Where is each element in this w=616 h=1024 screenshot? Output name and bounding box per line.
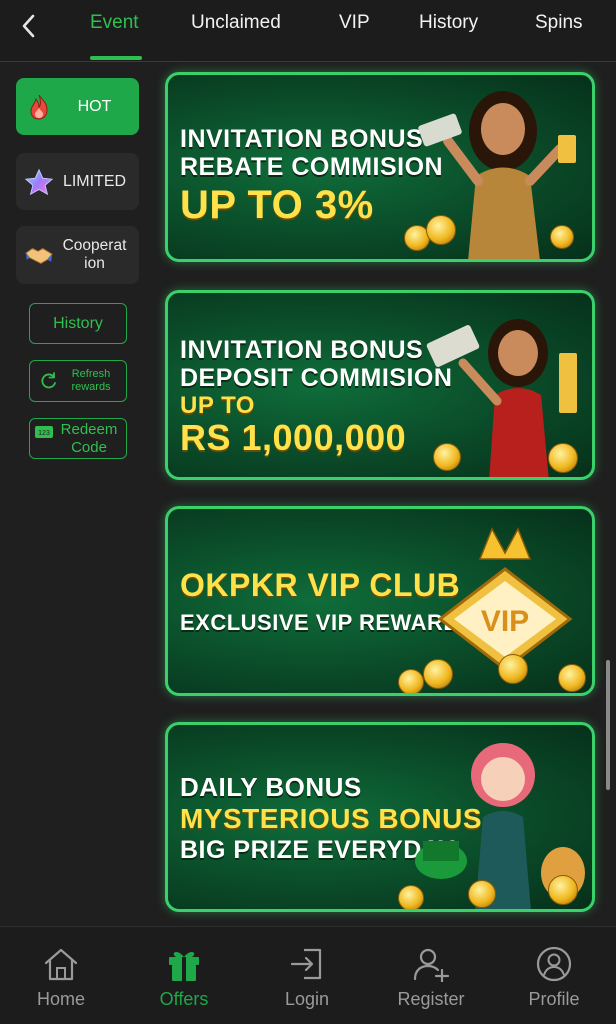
redeem-code-button[interactable]: 123 Redeem Code xyxy=(29,418,127,459)
category-cooperation[interactable]: Cooperat ion xyxy=(16,226,139,284)
coin-icon xyxy=(468,880,496,908)
coin-icon xyxy=(398,885,424,909)
nav-login[interactable]: Login xyxy=(262,945,352,1010)
star-icon xyxy=(24,167,54,197)
banner-line: REBATE COMMISION xyxy=(180,153,444,181)
banner-line: DEPOSIT COMMISION xyxy=(180,364,453,392)
tab-unclaimed[interactable]: Unclaimed xyxy=(191,12,281,34)
category-hot[interactable]: HOT xyxy=(16,78,139,135)
category-label: LIMITED xyxy=(62,172,127,190)
sidebar: HOT LIMITED Cooperat ion History Refresh… xyxy=(0,62,156,924)
add-user-icon xyxy=(413,948,450,982)
nav-offers[interactable]: Offers xyxy=(139,945,229,1010)
coin-icon xyxy=(423,659,453,689)
coin-icon xyxy=(548,443,578,473)
category-limited[interactable]: LIMITED xyxy=(16,153,139,210)
refresh-rewards-button[interactable]: Refresh rewards xyxy=(29,360,127,402)
banner-line: INVITATION BONUS xyxy=(180,125,424,153)
banner-line: UP TO xyxy=(180,392,255,419)
history-label: History xyxy=(53,314,103,332)
tab-history[interactable]: History xyxy=(419,12,478,34)
history-button[interactable]: History xyxy=(29,303,127,344)
nav-label: Home xyxy=(36,989,85,1009)
coin-icon xyxy=(498,654,528,684)
nav-label: Login xyxy=(284,989,330,1009)
tab-bar: Event Unclaimed VIP History Spins xyxy=(72,0,616,62)
banner-daily-bonus[interactable]: DAILY BONUS MYSTERIOUS BONUS BIG PRIZE E… xyxy=(165,722,595,912)
banner-line: INVITATION BONUS xyxy=(180,336,424,364)
banner-invitation-deposit[interactable]: INVITATION BONUS DEPOSIT COMMISION UP TO… xyxy=(165,290,595,480)
banner-line: UP TO 3% xyxy=(180,183,374,227)
banner-line: RS 1,000,000 xyxy=(180,417,407,458)
coin-icon xyxy=(548,875,578,905)
nav-label: Register xyxy=(397,989,465,1009)
tab-event[interactable]: Event xyxy=(90,12,139,34)
nav-label: Profile xyxy=(528,989,580,1009)
coin-icon xyxy=(426,215,456,245)
category-label: HOT xyxy=(77,97,112,115)
vip-badge-text: VIP xyxy=(481,605,529,638)
profile-icon xyxy=(536,946,572,982)
handshake-icon xyxy=(24,240,54,270)
nav-profile[interactable]: Profile xyxy=(509,945,599,1010)
banner-line: EXCLUSIVE VIP REWARD xyxy=(180,610,460,635)
bottom-nav: Home Offers Login Register Profile xyxy=(0,926,616,1024)
banner-invitation-rebate[interactable]: INVITATION BONUS REBATE COMMISION UP TO … xyxy=(165,72,595,262)
category-label: Cooperat ion xyxy=(62,237,127,272)
banner-line: DAILY BONUS xyxy=(180,772,362,802)
refresh-label: Refresh rewards xyxy=(71,368,111,393)
coin-icon xyxy=(433,443,461,471)
redeem-label: Redeem Code xyxy=(60,420,118,456)
login-icon xyxy=(290,948,322,980)
gift-icon xyxy=(169,951,199,981)
nav-register[interactable]: Register xyxy=(386,945,476,1010)
banner-vip-club[interactable]: OKPKR VIP CLUB EXCLUSIVE VIP REWARD VIP xyxy=(165,506,595,696)
nav-label: Offers xyxy=(159,989,209,1009)
coin-icon xyxy=(398,669,424,693)
banner-line: OKPKR VIP CLUB xyxy=(180,567,461,603)
tab-spins[interactable]: Spins xyxy=(535,12,583,34)
refresh-icon xyxy=(41,372,56,389)
ticket-icon: 123 xyxy=(35,425,53,438)
chevron-left-icon xyxy=(22,14,35,38)
scrollbar-thumb[interactable] xyxy=(606,660,610,790)
tab-vip[interactable]: VIP xyxy=(339,12,370,34)
active-tab-indicator xyxy=(90,56,142,60)
coin-icon xyxy=(558,664,586,692)
top-bar: Event Unclaimed VIP History Spins xyxy=(0,0,616,62)
home-icon xyxy=(44,948,78,981)
nav-home[interactable]: Home xyxy=(16,945,106,1010)
fire-icon xyxy=(24,92,54,122)
coin-icon xyxy=(550,225,574,249)
back-button[interactable] xyxy=(12,10,44,42)
svg-text:123: 123 xyxy=(38,430,50,437)
